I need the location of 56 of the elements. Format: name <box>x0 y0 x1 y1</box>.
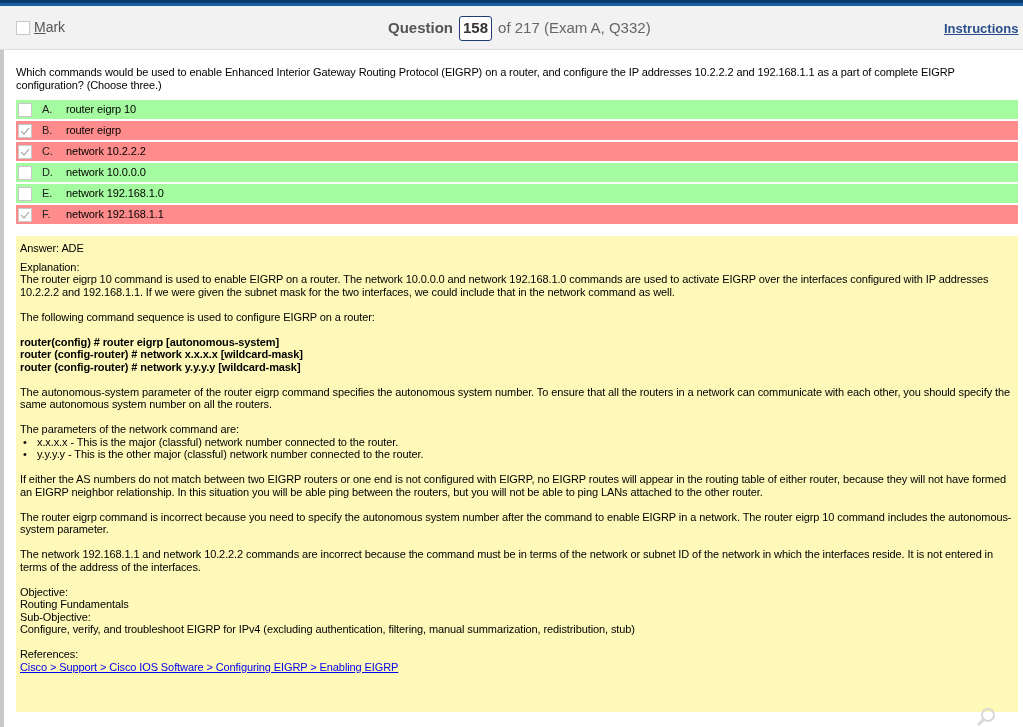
explanation-text: If either the AS numbers do not match between two EIGRP routers or one end is not configured with EIGRP, no EIGRP routes will appear in the routing table of either router, because they will not have formed an EIGRP neighbor relationship. In this situation you will be able ping between the routers, but you will not be able to ping LANs attached to the other router. <box>20 473 1007 498</box>
explanation-text: Sub-Objective: <box>20 610 92 623</box>
checkmark-icon <box>20 125 30 136</box>
explanation-text: Routing Fundamentals <box>20 598 130 611</box>
checkbox[interactable] <box>18 207 32 222</box>
option-letter: C. <box>42 145 54 158</box>
option-text: router eigrp 10 <box>66 103 137 116</box>
checkbox[interactable] <box>18 186 32 201</box>
question-text: Which commands would be used to enable Enhanced Interior Gateway Routing Protocol (EIGRP) on a router, and configure the IP addresses 10.2.2.2 and 192.168.1.1 as a part of complete EIGRP configuration? (Choose three.) <box>16 66 956 91</box>
command-line: router(config) # router eigrp [autonomous-system] <box>20 335 281 348</box>
answer-option[interactable]: B. router eigrp <box>16 121 1018 140</box>
explanation-text: The autonomous-system parameter of the router eigrp command specifies the autonomous system number. To ensure that all the routers in a network can communicate with each other, you should specify the same autonomous system number on all the routers. <box>20 385 1011 411</box>
option-text: network 10.2.2.2 <box>66 145 146 158</box>
option-letter: B. <box>42 124 54 137</box>
checkbox[interactable] <box>18 123 32 138</box>
checkbox[interactable] <box>16 20 30 35</box>
checkbox[interactable] <box>18 102 32 117</box>
answer-option[interactable]: D. network 10.0.0.0 <box>16 163 1018 182</box>
answer-option[interactable]: E. network 192.168.1.0 <box>16 184 1018 203</box>
option-letter: F. <box>42 208 52 221</box>
checkbox[interactable] <box>18 165 32 180</box>
question-number: 158 <box>459 16 493 41</box>
question-count: of 217 (Exam A, Q332) <box>498 18 651 38</box>
option-letter: E. <box>42 187 54 200</box>
reference-link[interactable]: Cisco > Support > Cisco IOS Software > Configuring EIGRP > Enabling EIGRP <box>20 660 399 673</box>
explanation-text: Objective: <box>20 585 69 598</box>
bullet: • <box>22 448 28 461</box>
explanation-text: The network 192.168.1.1 and network 10.2.2.2 commands are incorrect because the command must be in terms of the network or subnet ID of the network in which the interfaces reside. It is not entered in terms of the address of the interfaces. <box>20 548 994 573</box>
bullet: • <box>22 435 28 448</box>
question-label: Question <box>388 18 453 38</box>
command-line: router (config-router) # network y.y.y.y [wildcard-mask] <box>20 360 302 373</box>
option-letter: A. <box>42 103 54 116</box>
checkmark-icon <box>20 209 30 220</box>
answer-text: Answer: ADE <box>20 242 85 255</box>
explanation-text: The parameters of the network command are: <box>20 423 240 436</box>
references-label: References: <box>20 648 80 661</box>
option-text: router eigrp <box>66 124 122 137</box>
explanation-text: The router eigrp command is incorrect because you need to specify the autonomous system number after the command to enable EIGRP in a network. The router eigrp 10 command includes the autonomous-system parameter. <box>20 510 1013 536</box>
checkmark-icon <box>20 146 30 157</box>
option-text: network 10.0.0.0 <box>66 166 146 179</box>
bullet-text: x.x.x.x - This is the major (classful) network number connected to the router. <box>37 435 399 448</box>
option-letter: D. <box>42 166 54 179</box>
explanation-text: Explanation: <box>20 260 81 273</box>
instructions-link[interactable]: Instructions <box>944 19 1019 39</box>
bullet-text: y.y.y.y - This is the other major (classful) network number connected to the router. <box>37 448 424 461</box>
answer-option[interactable]: A. router eigrp 10 <box>16 100 1018 119</box>
answer-option[interactable]: C. network 10.2.2.2 <box>16 142 1018 161</box>
option-text: network 192.168.1.0 <box>66 187 164 200</box>
checkbox[interactable] <box>18 144 32 159</box>
option-text: network 192.168.1.1 <box>66 208 164 221</box>
explanation-text: The following command sequence is used to configure EIGRP on a router: <box>20 310 376 323</box>
explanation-text: Configure, verify, and troubleshoot EIGRP for IPv4 (excluding authentication, filtering, manual summarization, redistribution, stub) <box>20 623 636 636</box>
command-line: router (config-router) # network x.x.x.x [wildcard-mask] <box>20 348 304 361</box>
answer-option[interactable]: F. network 192.168.1.1 <box>16 205 1018 224</box>
explanation-text: The router eigrp 10 command is used to enable EIGRP on a router. The network 10.0.0.0 and network 192.168.1.0 commands are used to activate EIGRP over the interfaces configured with IP addresses 10.2.2.2 and 192.168.1.1. If we were given the subnet mask for the two interfaces, we could include that in the network command as well. <box>20 273 990 298</box>
mark-label[interactable]: Mark <box>34 17 66 38</box>
